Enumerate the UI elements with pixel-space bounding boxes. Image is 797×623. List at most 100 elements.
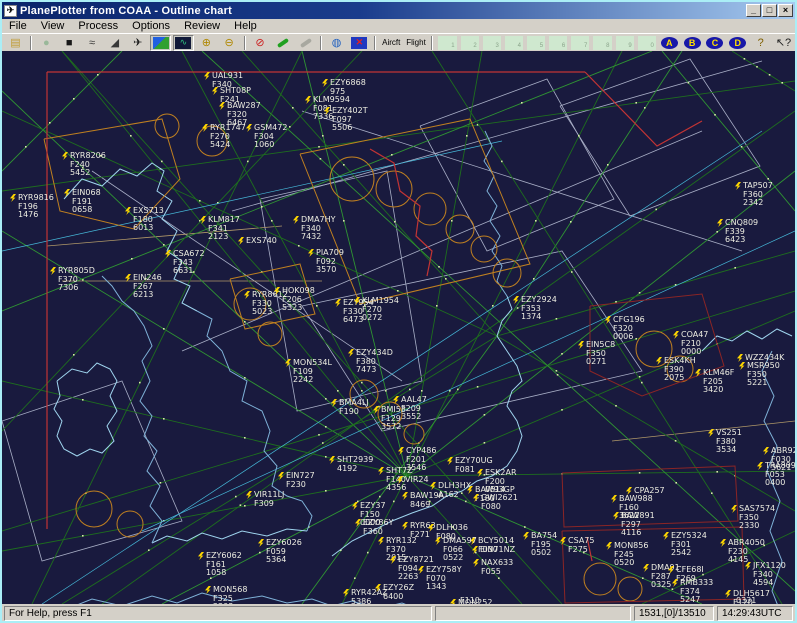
aircraft-label[interactable]: DLH3HX A162: [430, 482, 471, 499]
aircraft-label[interactable]: EXS740: [238, 237, 277, 246]
aircraft-label[interactable]: EZY6026 F059 5364: [258, 539, 302, 565]
aircraft-label[interactable]: EZY6868 975: [322, 79, 366, 96]
flight-button[interactable]: Flight: [405, 35, 428, 51]
no-entry-button[interactable]: ⊘: [250, 35, 271, 51]
outline-chart-button[interactable]: ∿: [173, 35, 194, 51]
aircraft-label[interactable]: EZY2924 F353 1374: [513, 296, 557, 322]
zoom-in-button[interactable]: ⊕: [196, 35, 217, 51]
aircraft-label[interactable]: MSR950 F350 5221: [739, 362, 780, 388]
ramp-button[interactable]: ◢: [104, 35, 125, 51]
setup-wrench-disabled[interactable]: [295, 35, 316, 51]
view-3-button[interactable]: 3: [482, 35, 502, 51]
aircraft-label[interactable]: EIN246 F267 6213: [125, 274, 162, 300]
aircraft-label[interactable]: CSA672 F343 6631: [165, 250, 205, 276]
select-b-button[interactable]: B: [682, 35, 703, 51]
replay-wave-button[interactable]: ≈: [82, 35, 103, 51]
menu-file[interactable]: File: [2, 19, 34, 33]
aircraft-label[interactable]: EZY402T F097 5506: [324, 107, 368, 133]
aircraft-label[interactable]: EIN71NZ: [472, 546, 515, 555]
app-icon[interactable]: ✈: [4, 5, 17, 17]
aircraft-label[interactable]: KLM46F F205 3420: [695, 369, 734, 395]
aircraft-label[interactable]: BA754 F195 0502: [523, 532, 557, 558]
view-7-button[interactable]: 7: [570, 35, 590, 51]
aircraft-label[interactable]: KLM1954 F270 0272: [354, 297, 399, 323]
title-bar[interactable]: ✈ PlanePlotter from COAA - Outline chart…: [2, 2, 795, 19]
aircraft-label[interactable]: CFG196 F320 0006: [605, 316, 645, 342]
aircraft-label[interactable]: PIA709 F092 3570: [308, 249, 344, 275]
aircraft-label[interactable]: GSM472 F304 1060: [246, 124, 287, 150]
view-9-button[interactable]: 9: [615, 35, 635, 51]
aircraft-label[interactable]: EZY434D F380 7473: [348, 349, 393, 375]
globe-button[interactable]: ◍: [326, 35, 347, 51]
view-0-button[interactable]: 0: [637, 35, 657, 51]
menu-view[interactable]: View: [34, 19, 72, 33]
aircraft-label[interactable]: BMA4LJ F190: [331, 399, 369, 416]
aircraft-label[interactable]: DMA597 F066 0522: [435, 537, 477, 563]
aircraft-label[interactable]: EZY6062 F161 1058: [198, 552, 242, 578]
aircraft-view-button[interactable]: ✈: [127, 35, 148, 51]
aircraft-label[interactable]: KLM817 F341 2123: [200, 216, 240, 242]
aircraft-label[interactable]: ESK4KH F390 2075: [656, 357, 696, 383]
aircraft-label[interactable]: TRA8093 F053 0400: [757, 462, 795, 488]
context-help-button[interactable]: ↖?: [773, 35, 794, 51]
view-1-button[interactable]: 1: [437, 35, 457, 51]
select-d-button[interactable]: D: [727, 35, 748, 51]
aircraft-label[interactable]: BMI53 F129 3572: [373, 406, 406, 432]
aircraft-label[interactable]: RYR9816 F196 1476: [10, 194, 54, 220]
select-a-button[interactable]: A: [659, 35, 680, 51]
aircraft-label[interactable]: VIR11LJ F309: [246, 491, 284, 508]
aircraft-label[interactable]: EXS713 F180 6013: [125, 207, 164, 233]
aircraft-label[interactable]: TAP507 F360 2342: [735, 182, 773, 208]
aircraft-label[interactable]: RYR8206 F240 5452: [62, 152, 106, 178]
aircraft-label[interactable]: EIN727 F230: [278, 472, 315, 489]
aircraft-label[interactable]: EIN068 F191 0658: [64, 189, 101, 215]
minimize-button[interactable]: _: [746, 4, 761, 17]
aircraft-label[interactable]: VIR24: [397, 476, 429, 485]
map-chart-button[interactable]: [150, 35, 171, 51]
aircraft-label[interactable]: EIN5C8 F350 0271: [578, 341, 615, 367]
aircft-button[interactable]: Aircft: [380, 35, 403, 51]
view-5-button[interactable]: 5: [526, 35, 546, 51]
select-c-button[interactable]: C: [705, 35, 726, 51]
zoom-out-button[interactable]: ⊖: [219, 35, 240, 51]
aircraft-label[interactable]: VS251 F380 3534: [708, 429, 742, 455]
aircraft-label[interactable]: GWI2621 F080: [473, 494, 518, 511]
restore-button[interactable]: □: [762, 4, 777, 17]
aircraft-label[interactable]: HOK098 F206 5323: [274, 287, 315, 313]
aircraft-label[interactable]: RYR42AZ 5386: [343, 589, 388, 604]
aircraft-label[interactable]: MON568 F325 2203: [205, 586, 247, 604]
open-file-button[interactable]: ▤: [5, 35, 26, 51]
view-4-button[interactable]: 4: [504, 35, 524, 51]
aircraft-label[interactable]: COA47 F210 0000: [673, 331, 708, 357]
aircraft-label[interactable]: RMB333 F374 5247: [672, 579, 713, 604]
menu-process[interactable]: Process: [71, 19, 125, 33]
view-8-button[interactable]: 8: [592, 35, 612, 51]
aircraft-label[interactable]: EZY5324 F301 2542: [663, 532, 707, 558]
aircraft-label[interactable]: BAW891 F297 4116: [613, 512, 655, 538]
aircraft-label[interactable]: 0331: [728, 597, 756, 604]
mute-alert-button[interactable]: ✕: [349, 35, 370, 51]
menu-review[interactable]: Review: [177, 19, 227, 33]
aircraft-label[interactable]: RYR805D F370 7306: [50, 267, 95, 293]
stop-button[interactable]: ■: [59, 35, 80, 51]
aircraft-label[interactable]: SHT2939 4192: [329, 456, 373, 473]
aircraft-label[interactable]: SAS7574 F350 2330: [731, 505, 775, 531]
aircraft-label[interactable]: EZY758Y F070 1343: [418, 566, 462, 592]
aircraft-label[interactable]: MON534L F109 2242: [285, 359, 332, 385]
setup-wrench-button[interactable]: [272, 35, 293, 51]
aircraft-label[interactable]: CNQ809 F339 6423: [717, 219, 758, 245]
aircraft-label[interactable]: NAX633 F055: [473, 559, 513, 576]
view-6-button[interactable]: 6: [548, 35, 568, 51]
menu-help[interactable]: Help: [227, 19, 264, 33]
aircraft-label[interactable]: RYR1747 F270 5424: [202, 124, 246, 150]
aircraft-label[interactable]: JFX1120 F340 4594: [745, 562, 786, 588]
aircraft-label[interactable]: DMA7HY F340 7432: [293, 216, 336, 242]
view-2-button[interactable]: 2: [460, 35, 480, 51]
menu-options[interactable]: Options: [125, 19, 177, 33]
help-button[interactable]: ?: [750, 35, 771, 51]
record-dot-button[interactable]: ●: [36, 35, 57, 51]
aircraft-label[interactable]: F110: [452, 597, 480, 604]
close-button[interactable]: ×: [778, 4, 793, 17]
outline-chart-map[interactable]: RYR9816 F196 1476UAL931 F340SHT08P F241B…: [2, 51, 795, 604]
aircraft-label[interactable]: CSA75 F275: [560, 537, 594, 554]
